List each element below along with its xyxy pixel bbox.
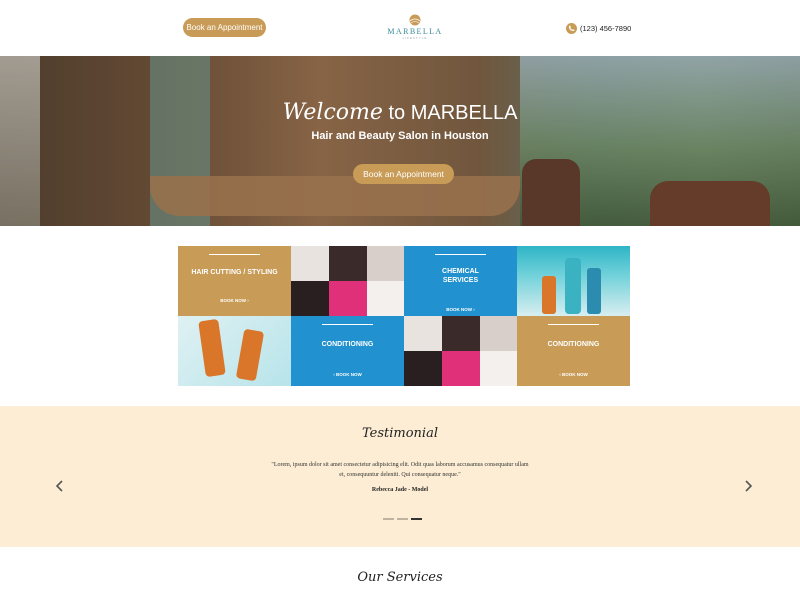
testimonial-author: Rebecca Jade - Model: [371, 487, 429, 493]
tile-divider: [548, 324, 599, 325]
logo[interactable]: MARBELLA LIFESTYLE: [385, 14, 445, 44]
photo-cell: [442, 316, 480, 351]
tile-title: CONDITIONING: [321, 341, 374, 348]
product-bottle: [198, 318, 226, 378]
product-bottle: [542, 276, 556, 314]
tile-title: CONDITIONING: [547, 341, 600, 348]
service-tile-conditioning-2[interactable]: CONDITIONING ‹ BOOK NOW: [517, 316, 630, 386]
services-grid: HAIR CUTTING / STYLING BOOK NOW › CHEMIC…: [178, 246, 630, 386]
slider-dots: [383, 518, 422, 520]
product-photo-tile: [517, 246, 630, 316]
logo-icon: [409, 14, 421, 26]
hero-banner: Welcome to MARBELLA Hair and Beauty Salo…: [0, 56, 800, 226]
photo-cell: [291, 281, 329, 316]
services-heading: Our Services: [357, 570, 443, 585]
slider-dot[interactable]: [383, 518, 394, 520]
book-now-link[interactable]: ‹ BOOK NOW: [517, 372, 630, 377]
tile-divider: [322, 324, 373, 325]
tile-title: CHEMICAL SERVICES: [442, 268, 479, 284]
tile-divider: [209, 254, 260, 255]
logo-name: MARBELLA: [387, 27, 443, 36]
product-bottle: [565, 258, 581, 314]
service-tile-chemical[interactable]: CHEMICAL SERVICES BOOK NOW ›: [404, 246, 517, 316]
photo-cell: [404, 316, 442, 351]
service-tile-hair-cutting[interactable]: HAIR CUTTING / STYLING BOOK NOW ›: [178, 246, 291, 316]
hero-title-script: Welcome: [282, 100, 383, 125]
photo-cell: [404, 351, 442, 386]
logo-subtitle: LIFESTYLE: [402, 36, 428, 40]
hero-subtitle: Hair and Beauty Salon in Houston: [311, 130, 489, 142]
photo-cell: [329, 281, 367, 316]
site-header: Book an Appointment MARBELLA LIFESTYLE (…: [0, 0, 800, 56]
tile-title: HAIR CUTTING / STYLING: [191, 269, 278, 276]
testimonial-heading: Testimonial: [361, 426, 438, 441]
oil-photo-tile: [178, 316, 291, 386]
photo-cell: [480, 316, 517, 351]
phone-number: (123) 456-7890: [580, 23, 632, 33]
phone-contact[interactable]: (123) 456-7890: [566, 21, 631, 35]
book-now-link[interactable]: BOOK NOW ›: [404, 307, 517, 312]
testimonial-section: Testimonial "Lorem, ipsum dolor sit amet…: [0, 406, 800, 547]
chevron-left-icon[interactable]: [55, 480, 65, 492]
phone-icon: [566, 22, 577, 34]
magazine-photo-tile: [404, 316, 517, 386]
book-appointment-button[interactable]: Book an Appointment: [183, 18, 266, 37]
photo-cell: [291, 246, 329, 281]
hero-title-plain: to MARBELLA: [382, 102, 518, 124]
magazine-photo-tile: [291, 246, 404, 316]
photo-cell: [367, 281, 404, 316]
photo-cell: [480, 351, 517, 386]
hero-title: Welcome to MARBELLA: [0, 100, 800, 125]
tile-divider: [435, 254, 486, 255]
photo-cell: [442, 351, 480, 386]
testimonial-quote: "Lorem, ipsum dolor sit amet consectetur…: [271, 462, 529, 478]
hero-book-button[interactable]: Book an Appointment: [353, 164, 454, 184]
product-bottle: [587, 268, 601, 314]
product-bottle: [235, 328, 265, 382]
service-tile-conditioning[interactable]: CONDITIONING ‹ BOOK NOW: [291, 316, 404, 386]
book-now-link[interactable]: ‹ BOOK NOW: [291, 372, 404, 377]
book-now-link[interactable]: BOOK NOW ›: [178, 298, 291, 303]
photo-cell: [367, 246, 404, 281]
slider-dot[interactable]: [397, 518, 408, 520]
chevron-right-icon[interactable]: [743, 480, 753, 492]
slider-dot-active[interactable]: [411, 518, 422, 520]
photo-cell: [329, 246, 367, 281]
